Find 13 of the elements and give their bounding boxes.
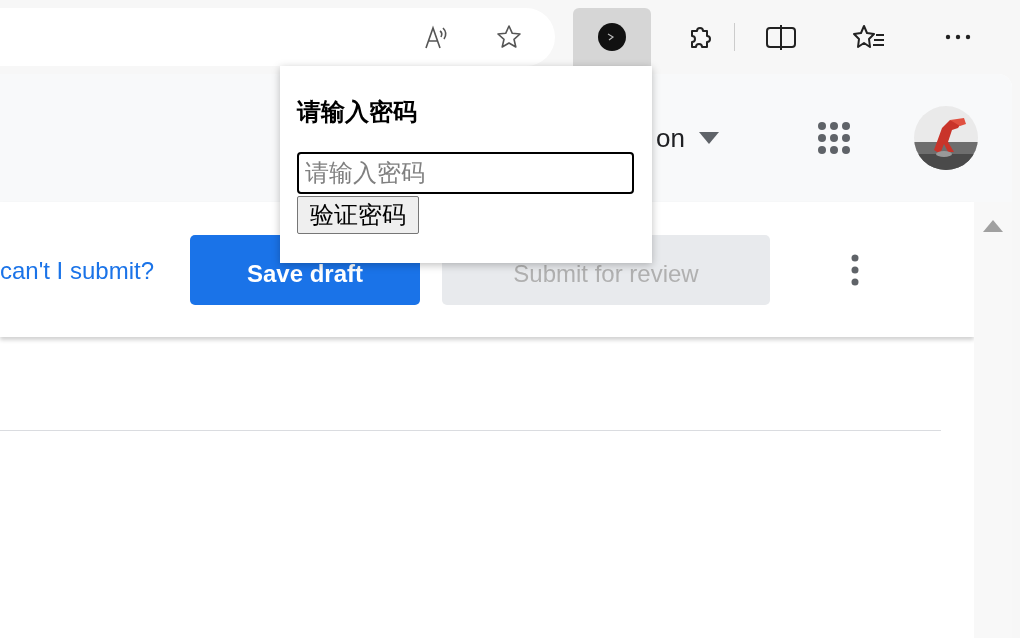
extension-button[interactable] [573, 8, 651, 66]
apps-grid-icon[interactable] [816, 121, 851, 155]
favorites-icon[interactable] [852, 23, 886, 51]
star-icon[interactable] [495, 23, 523, 51]
verify-button[interactable]: 验证密码 [297, 196, 419, 234]
more-vert-icon[interactable] [850, 252, 860, 287]
help-link[interactable]: can't I submit? [0, 256, 154, 285]
popup-title: 请输入密码 [297, 97, 418, 127]
extension-icon[interactable] [597, 22, 627, 52]
account-name[interactable]: on [656, 122, 685, 154]
caret-icon[interactable] [698, 132, 719, 144]
password-field[interactable]: 请输入密码 [297, 152, 634, 194]
split-screen-icon[interactable] [765, 23, 797, 51]
